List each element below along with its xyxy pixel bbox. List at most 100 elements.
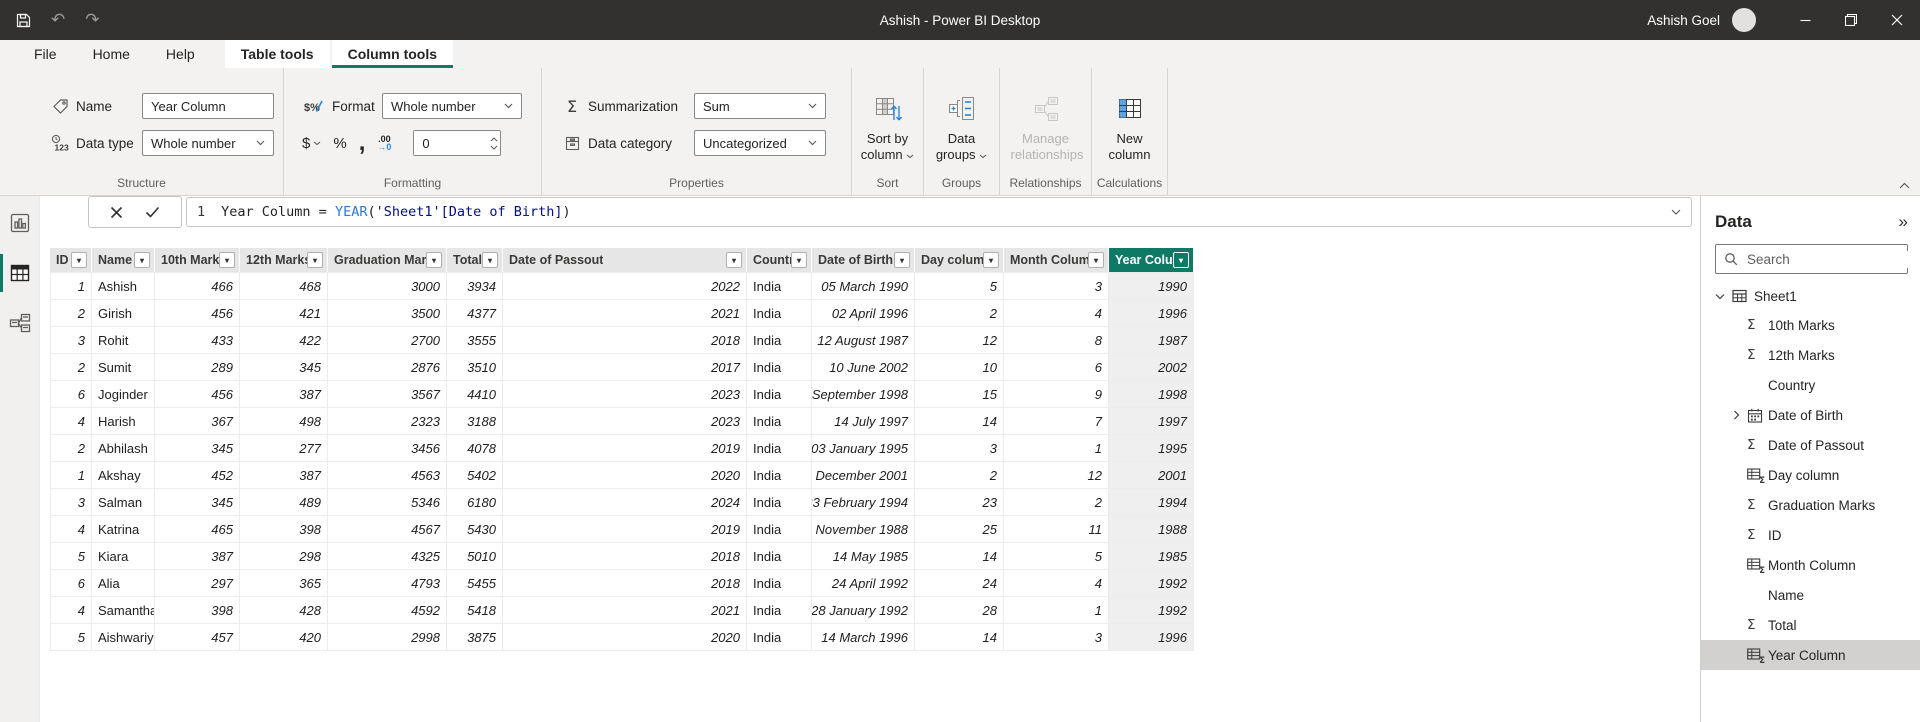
cell-total[interactable]: 5010 — [447, 543, 503, 569]
minimize-button[interactable] — [1782, 0, 1828, 40]
cell-total[interactable]: 3875 — [447, 624, 503, 650]
expand-chevron-icon[interactable] — [1733, 410, 1747, 420]
cell-total[interactable]: 4078 — [447, 435, 503, 461]
cell-10th-marks[interactable]: 433 — [155, 327, 240, 353]
summarization-dropdown[interactable]: Sum — [694, 93, 826, 119]
cell-country[interactable]: India — [747, 435, 812, 461]
report-view-button[interactable] — [0, 200, 40, 246]
cell-id[interactable]: 4 — [50, 408, 92, 434]
tab-table-tools[interactable]: Table tools — [225, 40, 330, 68]
cancel-formula-icon[interactable] — [110, 206, 123, 219]
cell-id[interactable]: 2 — [50, 300, 92, 326]
cell-date-of-passout[interactable]: 2023 — [503, 381, 747, 407]
cell-10th-marks[interactable]: 297 — [155, 570, 240, 596]
cell-name[interactable]: Joginder — [92, 381, 155, 407]
cell-country[interactable]: India — [747, 516, 812, 542]
cell-year-column[interactable]: 2001 — [1109, 462, 1194, 488]
cell-date-of-passout[interactable]: 2020 — [503, 462, 747, 488]
percent-button[interactable]: % — [333, 135, 346, 152]
cell-id[interactable]: 3 — [50, 489, 92, 515]
cell-month-column[interactable]: 9 — [1004, 381, 1109, 407]
cell-name[interactable]: Katrina — [92, 516, 155, 542]
collapse-ribbon-icon[interactable] — [1899, 182, 1910, 189]
search-input[interactable] — [1745, 251, 1920, 268]
decimal-places-input[interactable] — [414, 131, 490, 155]
cell-graduation-marks[interactable]: 2700 — [328, 327, 447, 353]
cell-graduation-marks[interactable]: 2323 — [328, 408, 447, 434]
cell-year-column[interactable]: 1996 — [1109, 624, 1194, 650]
cell-date-of-passout[interactable]: 2018 — [503, 570, 747, 596]
field-month-column[interactable]: ΣMonth Column — [1701, 550, 1920, 580]
cell-total[interactable]: 6180 — [447, 489, 503, 515]
cell-date-of-passout[interactable]: 2022 — [503, 273, 747, 299]
cell-year-column[interactable]: 1992 — [1109, 570, 1194, 596]
cell-day-column[interactable]: 14 — [915, 408, 1004, 434]
cell-10th-marks[interactable]: 387 — [155, 543, 240, 569]
model-view-button[interactable] — [0, 300, 40, 346]
cell-10th-marks[interactable]: 465 — [155, 516, 240, 542]
cell-country[interactable]: India — [747, 462, 812, 488]
cell-12th-marks[interactable]: 365 — [240, 570, 328, 596]
cell-id[interactable]: 2 — [50, 354, 92, 380]
cell-id[interactable]: 3 — [50, 327, 92, 353]
cell-month-column[interactable]: 12 — [1004, 462, 1109, 488]
cell-id[interactable]: 5 — [50, 624, 92, 650]
column-filter-button[interactable]: ▾ — [134, 252, 150, 268]
cell-month-column[interactable]: 6 — [1004, 354, 1109, 380]
column-header-12th-marks[interactable]: 12th Marks▾ — [240, 248, 328, 272]
cell-date-of-passout[interactable]: 2018 — [503, 543, 747, 569]
cell-month-column[interactable]: 1 — [1004, 435, 1109, 461]
stepper-arrows[interactable] — [490, 131, 503, 155]
field-id[interactable]: ΣID — [1701, 520, 1920, 550]
cell-date-of-birth[interactable]: 14 May 1985 — [812, 543, 915, 569]
cell-day-column[interactable]: 15 — [915, 381, 1004, 407]
cell-date-of-birth[interactable]: 14 July 1997 — [812, 408, 915, 434]
cell-day-column[interactable]: 14 — [915, 624, 1004, 650]
cell-year-column[interactable]: 1988 — [1109, 516, 1194, 542]
cell-year-column[interactable]: 1990 — [1109, 273, 1194, 299]
cell-name[interactable]: Samantha — [92, 597, 155, 623]
cell-day-column[interactable]: 24 — [915, 570, 1004, 596]
data-type-dropdown[interactable]: Whole number — [142, 130, 274, 156]
cell-date-of-passout[interactable]: 2024 — [503, 489, 747, 515]
cell-date-of-birth[interactable]: 03 January 1995 — [812, 435, 915, 461]
cell-date-of-birth[interactable]: 02 December 2001 — [812, 462, 915, 488]
avatar[interactable] — [1732, 8, 1756, 32]
cell-year-column[interactable]: 1996 — [1109, 300, 1194, 326]
cell-12th-marks[interactable]: 468 — [240, 273, 328, 299]
cell-month-column[interactable]: 11 — [1004, 516, 1109, 542]
field-year-column[interactable]: ΣYear Column — [1701, 640, 1920, 670]
collapse-chevron-icon[interactable] — [1715, 293, 1725, 300]
cell-name[interactable]: Aishwariya — [92, 624, 155, 650]
cell-country[interactable]: India — [747, 624, 812, 650]
cell-country[interactable]: India — [747, 570, 812, 596]
cell-10th-marks[interactable]: 456 — [155, 300, 240, 326]
cell-id[interactable]: 1 — [50, 273, 92, 299]
restore-button[interactable] — [1828, 0, 1874, 40]
tab-file[interactable]: File — [16, 40, 75, 68]
cell-month-column[interactable]: 3 — [1004, 624, 1109, 650]
column-filter-button[interactable]: ▾ — [726, 252, 742, 268]
column-header-id[interactable]: ID▾ — [50, 248, 92, 272]
cell-total[interactable]: 3555 — [447, 327, 503, 353]
column-header-year-column[interactable]: Year Column▾ — [1109, 248, 1194, 272]
commit-formula-icon[interactable] — [145, 206, 160, 218]
cell-date-of-birth[interactable]: 28 January 1992 — [812, 597, 915, 623]
cell-name[interactable]: Rohit — [92, 327, 155, 353]
cell-month-column[interactable]: 4 — [1004, 300, 1109, 326]
cell-10th-marks[interactable]: 345 — [155, 435, 240, 461]
column-filter-button[interactable]: ▾ — [71, 252, 87, 268]
cell-year-column[interactable]: 1987 — [1109, 327, 1194, 353]
thousands-separator-button[interactable]: , — [359, 139, 366, 147]
cell-12th-marks[interactable]: 421 — [240, 300, 328, 326]
cell-graduation-marks[interactable]: 3500 — [328, 300, 447, 326]
cell-12th-marks[interactable]: 387 — [240, 462, 328, 488]
cell-date-of-birth[interactable]: 24 April 1992 — [812, 570, 915, 596]
column-filter-button[interactable]: ▾ — [219, 252, 235, 268]
cell-total[interactable]: 3510 — [447, 354, 503, 380]
cell-day-column[interactable]: 3 — [915, 435, 1004, 461]
cell-name[interactable]: Kiara — [92, 543, 155, 569]
cell-country[interactable]: India — [747, 273, 812, 299]
column-header-day-column[interactable]: Day column▾ — [915, 248, 1004, 272]
cell-12th-marks[interactable]: 422 — [240, 327, 328, 353]
